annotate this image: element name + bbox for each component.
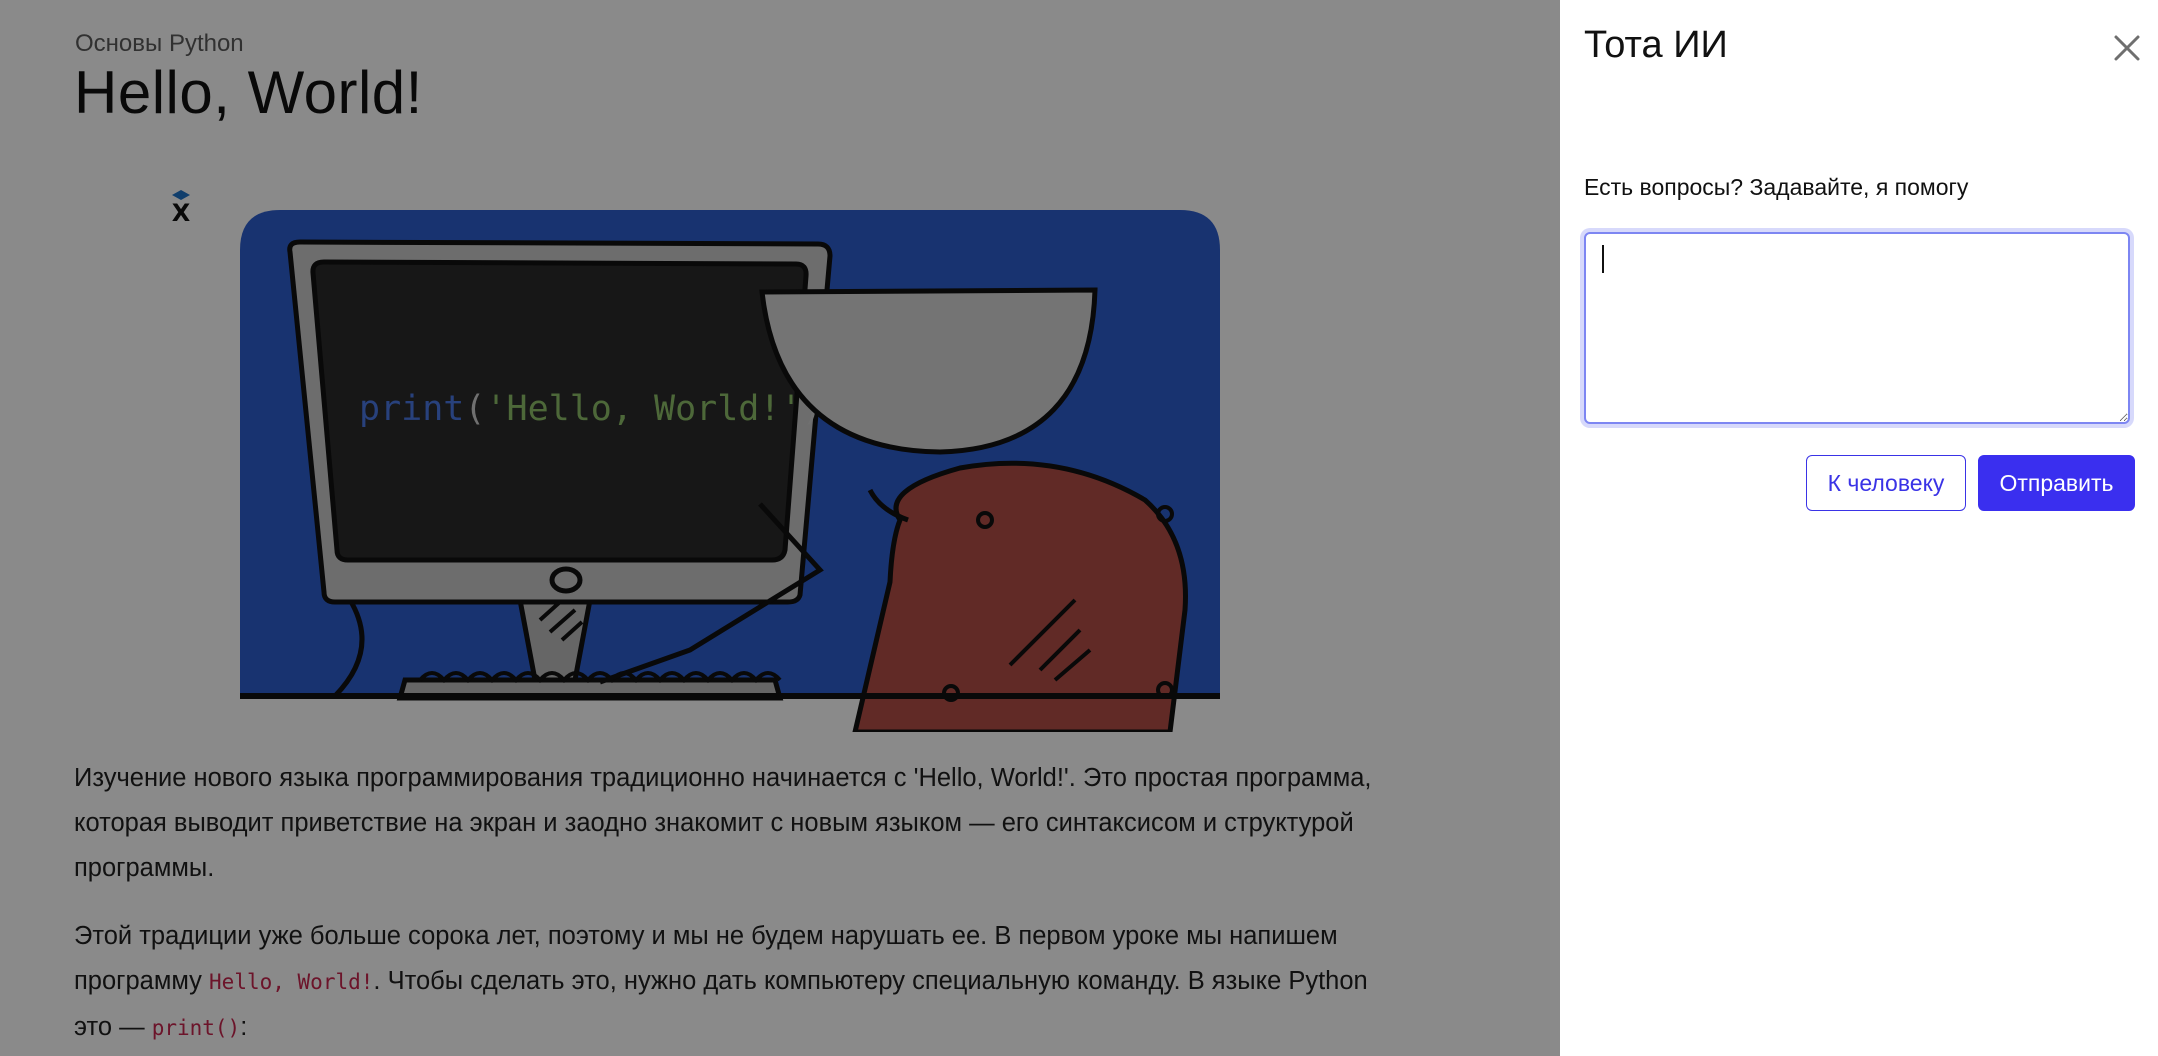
drawer-title: Тота ИИ (1584, 24, 1728, 66)
ai-assistant-drawer: Тота ИИ Есть вопросы? Задавайте, я помог… (1560, 0, 2158, 1056)
contact-human-button[interactable]: К человеку (1806, 455, 1966, 511)
close-icon (2114, 35, 2140, 61)
text-caret (1602, 245, 1604, 273)
close-button[interactable] (2107, 28, 2147, 68)
drawer-prompt: Есть вопросы? Задавайте, я помогу (1584, 174, 1969, 200)
modal-backdrop[interactable] (0, 0, 1560, 1056)
send-button[interactable]: Отправить (1978, 455, 2135, 511)
question-input[interactable] (1584, 232, 2130, 424)
